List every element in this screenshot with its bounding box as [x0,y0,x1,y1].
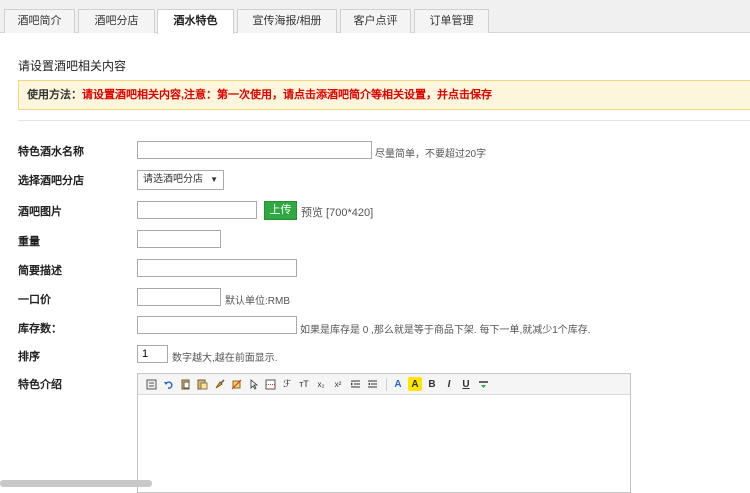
outdent-icon[interactable] [365,377,379,391]
italic-icon[interactable]: I [442,377,456,391]
toolbar-separator [386,377,387,391]
drink-name-input[interactable] [137,141,372,159]
tab-customer-reviews[interactable]: 客户点评 [340,9,411,33]
preview-hint: 预览 [700*420] [301,207,374,219]
chevron-down-icon: ▼ [210,175,218,184]
paste-icon[interactable] [178,377,192,391]
tab-label: 酒吧分店 [94,15,139,27]
intro-label: 特色介绍 [18,379,62,391]
price-hint: 默认单位:RMB [225,296,290,307]
editor-content-area[interactable] [138,395,630,492]
paste-text-icon[interactable] [195,377,209,391]
notice-label: 使用方法： [27,89,82,101]
tab-label: 客户点评 [353,15,398,27]
tab-drink-specials[interactable]: 酒水特色 [157,9,234,34]
source-code-icon[interactable] [144,377,158,391]
brush-icon[interactable] [212,377,226,391]
tab-label: 酒吧简介 [17,15,62,27]
indent-icon[interactable] [348,377,362,391]
branch-label: 选择酒吧分店 [18,175,84,187]
tab-orders[interactable]: 订单管理 [414,9,489,33]
undo-icon[interactable] [161,377,175,391]
summary-label: 简要描述 [18,265,62,277]
stock-label: 库存数： [18,323,62,335]
tab-bar: 酒吧简介 酒吧分店 酒水特色 宣传海报/相册 客户点评 订单管理 [0,0,750,34]
tab-bar-branches[interactable]: 酒吧分店 [78,9,155,33]
highlight-color-icon[interactable]: A [408,377,422,391]
drink-name-hint: 尽量简单，不要超过20字 [375,149,487,160]
subscript-icon[interactable]: x₂ [314,377,328,391]
stock-input[interactable] [137,316,297,334]
horizontal-scrollbar[interactable] [0,480,152,487]
upload-button[interactable]: 上传 [264,201,297,220]
price-label: 一口价 [18,294,51,306]
select-all-icon[interactable] [246,377,260,391]
tab-label: 订单管理 [429,15,474,27]
tab-label: 宣传海报/相册 [252,15,322,27]
divider [18,120,750,121]
bar-image-input[interactable] [137,201,257,219]
editor-toolbar: ℱ тT x₂ x² A A B I U [138,374,630,395]
tab-label: 酒水特色 [173,15,218,27]
rich-text-editor[interactable]: ℱ тT x₂ x² A A B I U [137,373,631,493]
font-color-icon[interactable]: A [391,377,405,391]
clear-format-icon[interactable] [229,377,243,391]
weight-label: 重量 [18,236,40,248]
sort-hint: 数字越大,越在前面显示. [172,353,278,364]
horizontal-rule-icon[interactable] [476,377,490,391]
font-family-icon[interactable]: ℱ [280,377,294,391]
sort-input[interactable] [137,345,168,363]
usage-notice: 使用方法：请设置酒吧相关内容,注意：第一次使用，请点击添酒吧简介等相关设置，并点… [18,80,750,110]
underline-icon[interactable]: U [459,377,473,391]
drink-name-label: 特色酒水名称 [18,146,84,158]
superscript-icon[interactable]: x² [331,377,345,391]
sort-label: 排序 [18,351,40,363]
weight-input[interactable] [137,230,221,248]
tab-posters-album[interactable]: 宣传海报/相册 [237,9,337,33]
summary-input[interactable] [137,259,297,277]
notice-message: 请设置酒吧相关内容,注意：第一次使用，请点击添酒吧简介等相关设置，并点击保存 [82,89,493,101]
stock-hint: 如果是库存是 0 ,那么就是等于商品下架. 每下一单,就减少1个库存. [300,325,591,336]
branch-select-value: 请选酒吧分店 [143,174,203,185]
branch-select[interactable]: 请选酒吧分店 ▼ [137,170,224,190]
price-input[interactable] [137,288,221,306]
page-title: 请设置酒吧相关内容 [18,59,127,73]
bold-icon[interactable]: B [425,377,439,391]
pagebreak-icon[interactable] [263,377,277,391]
bar-image-label: 酒吧图片 [18,206,62,218]
font-size-icon[interactable]: тT [297,377,311,391]
tab-bar-intro[interactable]: 酒吧简介 [4,9,75,33]
